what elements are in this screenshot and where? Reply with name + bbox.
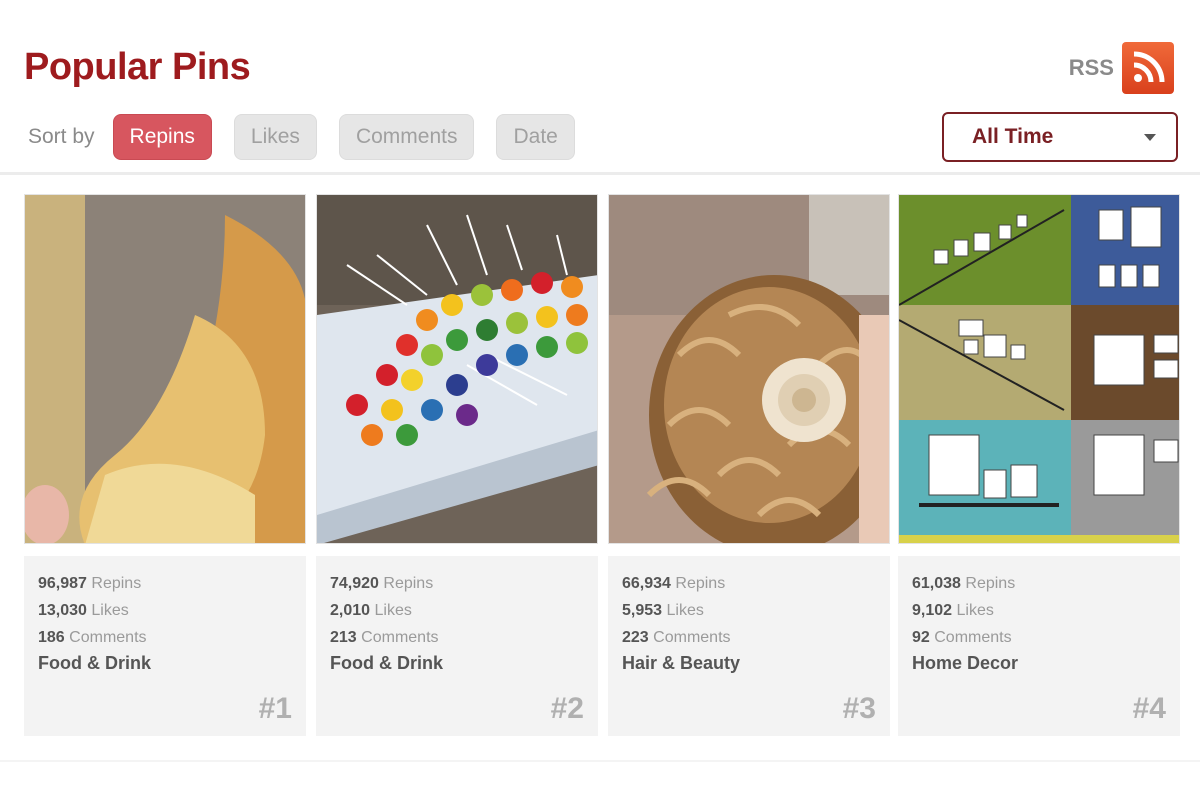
pin-likes: 5,953 Likes	[622, 602, 704, 619]
pin-category[interactable]: Home Decor	[912, 653, 1166, 674]
pin-info-4: 61,038 Repins 9,102 Likes 92 Comments Ho…	[898, 556, 1180, 736]
sort-comments-button[interactable]: Comments	[338, 114, 475, 160]
pin-info-2: 74,920 Repins 2,010 Likes 213 Comments F…	[316, 556, 598, 736]
rss-icon[interactable]	[1122, 42, 1174, 94]
pin-info-3: 66,934 Repins 5,953 Likes 223 Comments H…	[608, 556, 890, 736]
pin-comments: 223 Comments	[622, 629, 731, 646]
pin-repins: 96,987 Repins	[38, 575, 142, 592]
pin-image-3[interactable]	[608, 194, 890, 544]
pin-likes: 2,010 Likes	[330, 602, 412, 619]
rss-link[interactable]: RSS	[1069, 42, 1174, 94]
pin-card-2[interactable]: 74,920 Repins 2,010 Likes 213 Comments F…	[316, 194, 598, 736]
pin-category[interactable]: Food & Drink	[38, 653, 292, 674]
pin-image-2[interactable]	[316, 194, 598, 544]
footer-divider	[0, 760, 1200, 762]
pin-info-1: 96,987 Repins 13,030 Likes 186 Comments …	[24, 556, 306, 736]
pin-rank: #1	[258, 692, 292, 725]
sort-label: Sort by	[28, 125, 95, 148]
sort-date-button[interactable]: Date	[496, 114, 575, 160]
pin-rank: #2	[550, 692, 584, 725]
pin-image-4[interactable]	[898, 194, 1180, 544]
pin-category[interactable]: Hair & Beauty	[622, 653, 876, 674]
rss-label: RSS	[1068, 55, 1114, 80]
time-filter-dropdown[interactable]: All Time	[942, 112, 1178, 162]
pin-repins: 66,934 Repins	[622, 575, 726, 592]
pin-card-4[interactable]: 61,038 Repins 9,102 Likes 92 Comments Ho…	[898, 194, 1180, 736]
pin-comments: 213 Comments	[330, 629, 439, 646]
pin-grid: 96,987 Repins 13,030 Likes 186 Comments …	[24, 194, 1180, 736]
pin-image-1[interactable]	[24, 194, 306, 544]
sort-likes-button[interactable]: Likes	[233, 114, 317, 160]
sort-bar: Sort by Repins Likes Comments Date	[28, 114, 597, 160]
time-filter-value: All Time	[972, 125, 1054, 148]
pin-comments: 186 Comments	[38, 629, 147, 646]
chevron-down-icon	[1144, 133, 1156, 141]
page-title: Popular Pins	[24, 46, 251, 88]
header-divider	[0, 172, 1200, 175]
pin-repins: 74,920 Repins	[330, 575, 434, 592]
pin-likes: 13,030 Likes	[38, 602, 129, 619]
pin-rank: #4	[1132, 692, 1166, 725]
sort-repins-button[interactable]: Repins	[112, 114, 212, 160]
pin-card-1[interactable]: 96,987 Repins 13,030 Likes 186 Comments …	[24, 194, 306, 736]
pin-rank: #3	[842, 692, 876, 725]
pin-likes: 9,102 Likes	[912, 602, 994, 619]
pin-card-3[interactable]: 66,934 Repins 5,953 Likes 223 Comments H…	[608, 194, 890, 736]
pin-comments: 92 Comments	[912, 629, 1012, 646]
pin-repins: 61,038 Repins	[912, 575, 1016, 592]
pin-category[interactable]: Food & Drink	[330, 653, 584, 674]
